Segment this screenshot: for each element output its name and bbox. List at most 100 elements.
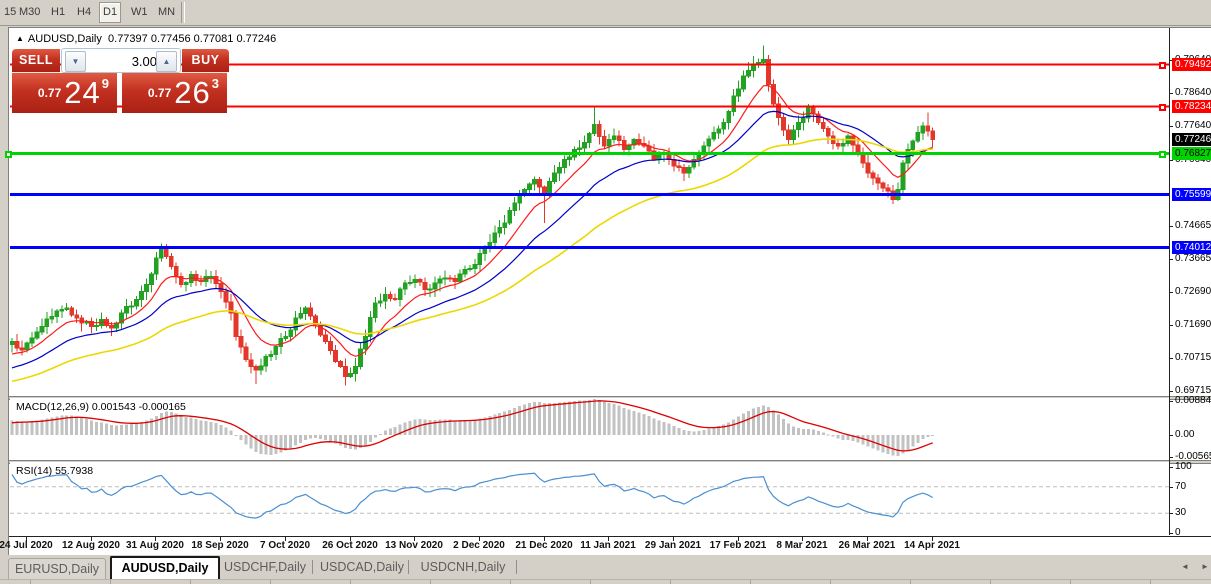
symbol-ohlc: 0.77397 0.77456 0.77081 0.77246 [108, 33, 276, 45]
price-tick [1169, 358, 1173, 359]
one-click-trading-panel: SELL ▼ ▲ BUY 0.77249 0.77263 [12, 48, 229, 113]
price-tick-label: 0.77640 [1175, 120, 1211, 131]
timeframe-button-m30[interactable]: M30 [16, 3, 43, 21]
time-axis-label: 31 Aug 2020 [126, 540, 184, 551]
volume-decrease-button[interactable]: ▼ [65, 51, 86, 72]
volume-increase-button[interactable]: ▲ [156, 51, 177, 72]
rsi-axis-label: 30 [1175, 507, 1186, 518]
rsi-axis-tick [1169, 533, 1173, 534]
time-axis-label: 24 Jul 2020 [0, 540, 53, 551]
time-axis-label: 26 Mar 2021 [839, 540, 896, 551]
tab-scroll-left-icon[interactable]: ◄ [1181, 562, 1189, 571]
collapse-triangle-icon[interactable]: ▲ [16, 34, 24, 43]
price-tick-label: 0.74665 [1175, 220, 1211, 231]
time-axis-label: 11 Jan 2021 [580, 540, 636, 551]
volume-input[interactable] [86, 51, 159, 72]
macd-axis-label: 0.00 [1175, 429, 1194, 440]
time-axis: 24 Jul 202012 Aug 202031 Aug 202018 Sep … [9, 536, 1211, 556]
timeframe-button-mn[interactable]: MN [155, 3, 178, 21]
time-axis-label: 13 Nov 2020 [385, 540, 443, 551]
hline-handle[interactable] [1159, 151, 1166, 158]
strip-notch [990, 580, 991, 584]
timeframe-button-h4[interactable]: H4 [74, 3, 94, 21]
time-axis-label: 29 Jan 2021 [645, 540, 701, 551]
strip-notch [670, 580, 671, 584]
sell-button[interactable]: SELL [12, 49, 60, 73]
strip-notch [430, 580, 431, 584]
strip-notch [270, 580, 271, 584]
macd-axis-tick [1169, 435, 1173, 436]
strip-notch [350, 580, 351, 584]
tab-scroll-right-icon[interactable]: ► [1201, 562, 1209, 571]
rsi-chart [10, 462, 1169, 534]
macd-label: MACD(12,26,9) 0.001543 -0.000165 [16, 401, 186, 413]
sell-price-big: 24 [64, 75, 100, 110]
volume-spinner: ▼ ▲ [61, 48, 181, 73]
rsi-axis-label: 0 [1175, 527, 1181, 538]
time-axis-label: 2 Dec 2020 [453, 540, 505, 551]
rsi-axis-tick [1169, 513, 1173, 514]
price-chart-pane[interactable]: ▲ AUDUSD,Daily 0.77397 0.77456 0.77081 0.… [10, 29, 1169, 396]
strip-notch [830, 580, 831, 584]
strip-notch [590, 580, 591, 584]
strip-notch [190, 580, 191, 584]
chart-tab-eurusd[interactable]: EURUSD,Daily [8, 558, 106, 579]
hline-handle[interactable] [5, 151, 12, 158]
price-tick [1169, 93, 1173, 94]
rsi-label: RSI(14) 55.7938 [16, 465, 93, 477]
chart-tab-usdchf[interactable]: USDCHF,Daily [222, 557, 308, 577]
price-tick [1169, 259, 1173, 260]
strip-notch [1150, 580, 1151, 584]
price-tick-label: 0.78640 [1175, 87, 1211, 98]
time-axis-label: 26 Oct 2020 [322, 540, 378, 551]
price-tick [1169, 292, 1173, 293]
rsi-pane[interactable]: RSI(14) 55.7938 [10, 462, 1169, 534]
chart-tab-bar: EURUSD,DailyAUDUSD,DailyUSDCHF,Daily USDC… [0, 555, 1211, 579]
time-axis-label: 17 Feb 2021 [710, 540, 767, 551]
hline-handle[interactable] [1159, 104, 1166, 111]
buy-button[interactable]: BUY [182, 49, 229, 73]
bottom-edge-strip [0, 579, 1211, 584]
symbol-name: AUDUSD,Daily [28, 33, 102, 45]
strip-notch [30, 580, 31, 584]
buy-price-tile[interactable]: 0.77263 [122, 73, 227, 113]
tab-separator [516, 560, 517, 574]
timeframe-button-w1[interactable]: W1 [128, 3, 151, 21]
price-badge: 0.74012 [1172, 241, 1211, 254]
price-badge: 0.79492 [1172, 58, 1211, 71]
timeframe-button-d1[interactable]: D1 [99, 2, 121, 23]
buy-price-big: 26 [174, 75, 210, 110]
sell-price-tile[interactable]: 0.77249 [12, 73, 117, 113]
strip-notch [750, 580, 751, 584]
price-tick-label: 0.71690 [1175, 319, 1211, 330]
hline-handle[interactable] [1159, 62, 1166, 69]
tab-separator [312, 560, 313, 574]
price-badge: 0.75599 [1172, 188, 1211, 201]
time-axis-label: 18 Sep 2020 [191, 540, 248, 551]
chart-tab-audusd[interactable]: AUDUSD,Daily [110, 556, 220, 579]
price-badge: 0.77246 [1172, 133, 1211, 146]
strip-notch [510, 580, 511, 584]
price-tick-label: 0.70715 [1175, 352, 1211, 363]
rsi-axis-tick [1169, 487, 1173, 488]
chart-tab-usdcad[interactable]: USDCAD,Daily [318, 557, 406, 577]
macd-pane[interactable]: MACD(12,26,9) 0.001543 -0.000165 [10, 398, 1169, 460]
macd-axis-label: 0.00884 [1175, 395, 1211, 406]
time-axis-label: 21 Dec 2020 [515, 540, 572, 551]
rsi-axis-tick [1169, 467, 1173, 468]
chart-tab-usdcnh[interactable]: USDCNH,Daily [414, 557, 512, 577]
time-axis-label: 8 Mar 2021 [776, 540, 827, 551]
axis-border [1169, 28, 1170, 535]
macd-axis-tick [1169, 401, 1173, 402]
price-tick [1169, 226, 1173, 227]
price-badge: 0.76827 [1172, 147, 1211, 160]
timeframe-button-h1[interactable]: H1 [48, 3, 68, 21]
strip-notch [910, 580, 911, 584]
strip-notch [110, 580, 111, 584]
timeframe-toolbar: 15M30H1H4D1W1MN [0, 0, 1211, 26]
price-tick [1169, 325, 1173, 326]
rsi-axis-label: 70 [1175, 481, 1186, 492]
buy-price-prefix: 0.77 [148, 86, 171, 100]
time-axis-label: 7 Oct 2020 [260, 540, 310, 551]
macd-axis-tick [1169, 457, 1173, 458]
